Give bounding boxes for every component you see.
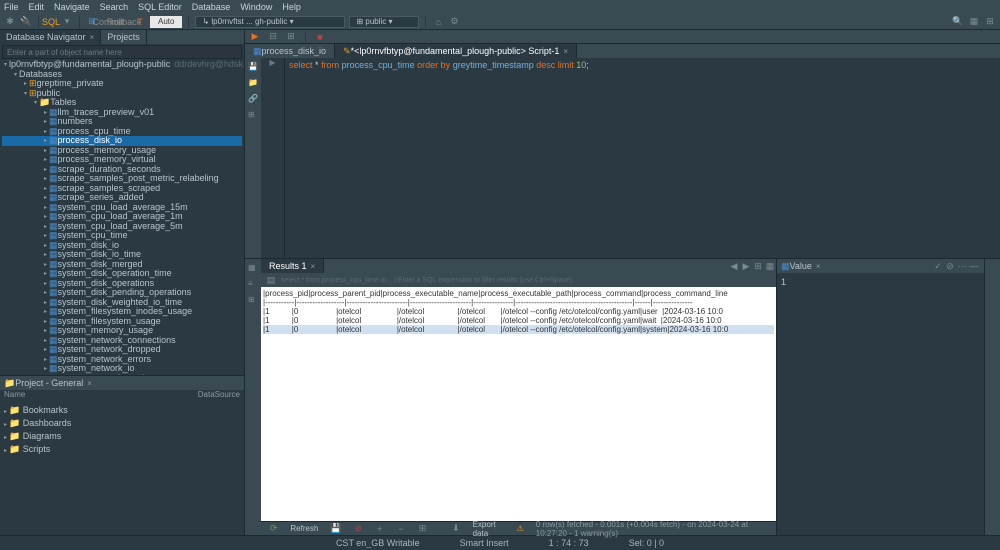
search-icon[interactable]: 🔍 xyxy=(952,16,964,28)
results-footer: ⟳ Refresh 💾 ⊘ + − ⊞ ⬇ Export data ⚠ 0 ro… xyxy=(261,521,776,535)
editor-tabs: ▦ process_disk_io ✎ *<lp0rnvfbtyp@fundam… xyxy=(245,44,1000,58)
prev-icon[interactable]: ◀ xyxy=(728,260,740,272)
editor-toolbar: ▶ ⊟ ⊞ ■ xyxy=(245,30,1000,44)
status-pos: 1 : 74 : 73 xyxy=(549,538,589,548)
gear-icon[interactable]: ⚙ xyxy=(448,16,460,28)
editor-side-icons: 💾 📁 🔗 ⊞ xyxy=(245,58,261,258)
project-tab[interactable]: 📁 Project - General× xyxy=(0,376,244,390)
tree-table[interactable]: ▦ llm_traces_preview_v01 xyxy=(2,108,242,118)
fetch-status: 0 row(s) fetched - 0.001s (+0.004s fetch… xyxy=(536,520,768,538)
schema-dropdown[interactable]: ⊞ public ▾ xyxy=(349,16,419,28)
save-icon[interactable]: 💾 xyxy=(330,523,341,535)
more-icon[interactable]: ▦ xyxy=(764,260,776,272)
close-icon[interactable]: × xyxy=(816,262,821,271)
results-side-icons: ▦ ≡ ⊞ xyxy=(245,259,261,535)
tab-projects[interactable]: Projects xyxy=(101,30,147,44)
grid-row[interactable]: |1 |0 |otelcol |/otelcol |/otelcol |/ote… xyxy=(263,325,774,334)
results-filter-bar: ▤ select * from process_cpu_time or... |… xyxy=(261,273,776,287)
tab-process-disk-io[interactable]: ▦ process_disk_io xyxy=(245,44,335,58)
perspective-icon[interactable]: ▦ xyxy=(968,16,980,28)
tab-results-1[interactable]: Results 1× xyxy=(261,259,324,273)
load-icon[interactable]: 📁 xyxy=(248,78,258,88)
run-line-icon[interactable]: ⊟ xyxy=(267,31,279,43)
auto-button[interactable]: Auto xyxy=(150,16,182,28)
results-grid[interactable]: |process_pid|process_parent_pid|process_… xyxy=(261,287,776,521)
tab-db-navigator[interactable]: Database Navigator× xyxy=(0,30,101,44)
status-sel: Sel: 0 | 0 xyxy=(629,538,664,548)
proj-bookmarks[interactable]: 📁 Bookmarks xyxy=(2,404,242,417)
connection-dropdown[interactable]: ↳ lp0rnvftst ... gh-public ▾ xyxy=(195,16,345,28)
menu-file[interactable]: File xyxy=(4,2,19,12)
db-tree: lp0rnvfbtyp@fundamental_plough-public dd… xyxy=(0,60,244,375)
next-icon[interactable]: ▶ xyxy=(740,260,752,272)
save-icon[interactable]: 💾 xyxy=(248,62,258,72)
home-icon[interactable]: ⌂ xyxy=(432,16,444,28)
main-toolbar: ✱ 🔌 SQL ▾ ⊞ Commit Rollback T Auto ↳ lp0… xyxy=(0,14,1000,30)
menu-sqleditor[interactable]: SQL Editor xyxy=(138,2,182,12)
value-tab[interactable]: ▦ Value× ✓ ⊘ ⋯ — xyxy=(777,259,984,273)
status-enc: CST en_GB Writable xyxy=(336,538,420,548)
project-col-name: Name xyxy=(4,390,198,402)
plug-icon[interactable]: 🔌 xyxy=(20,16,32,28)
link-icon[interactable]: 🔗 xyxy=(248,94,258,104)
line-gutter: ▶ xyxy=(261,58,285,258)
tx-icon[interactable]: T xyxy=(134,16,146,28)
record-icon[interactable]: ⊞ xyxy=(248,295,258,305)
panels-icon[interactable]: ⊞ xyxy=(752,260,764,272)
close-icon[interactable]: × xyxy=(87,379,92,388)
status-insert: Smart Insert xyxy=(460,538,509,548)
apply-icon[interactable]: ✓ xyxy=(932,260,944,272)
revert-icon[interactable]: ⊘ xyxy=(944,260,956,272)
close-icon[interactable]: × xyxy=(563,47,568,56)
export-icon[interactable]: ⬇ xyxy=(451,523,460,535)
navigator-search[interactable]: Enter a part of object name here xyxy=(2,45,242,59)
status-bar: CST en_GB Writable Smart Insert 1 : 74 :… xyxy=(0,535,1000,550)
del-icon[interactable]: − xyxy=(396,523,405,535)
right-gutter xyxy=(984,259,1000,535)
new-icon[interactable]: ✱ xyxy=(4,16,16,28)
menu-database[interactable]: Database xyxy=(192,2,231,12)
sql-editor[interactable]: select * from process_cpu_time order by … xyxy=(285,58,1000,258)
cancel-icon[interactable]: ⊘ xyxy=(354,523,363,535)
navigator-tabs: Database Navigator× Projects xyxy=(0,30,244,44)
tree-table[interactable]: ▦ system_cpu_time xyxy=(2,231,242,241)
menu-edit[interactable]: Edit xyxy=(29,2,45,12)
chevron-down-icon[interactable]: ▾ xyxy=(61,16,73,28)
sql-icon[interactable]: SQL xyxy=(45,16,57,28)
filter-icon[interactable]: ▤ xyxy=(265,274,277,286)
value-body[interactable]: 1 xyxy=(777,273,984,535)
dup-icon[interactable]: ⊞ xyxy=(418,523,427,535)
tree-table[interactable]: ▦ process_cpu_time xyxy=(2,127,242,137)
grid-row[interactable]: |1 |0 |otelcol |/otelcol |/otelcol |/ote… xyxy=(263,307,774,316)
close-icon[interactable]: × xyxy=(311,262,316,271)
stop-icon[interactable]: ■ xyxy=(314,31,326,43)
explain-icon[interactable]: ⊞ xyxy=(285,31,297,43)
menu-help[interactable]: Help xyxy=(282,2,301,12)
tab-script-1[interactable]: ✎ *<lp0rnvfbtyp@fundamental_plough-publi… xyxy=(335,44,577,58)
menu-navigate[interactable]: Navigate xyxy=(54,2,90,12)
project-col-ds: DataSource xyxy=(198,390,240,402)
run-icon[interactable]: ▶ xyxy=(249,31,261,43)
proj-diagrams[interactable]: 📁 Diagrams xyxy=(2,430,242,443)
text-icon[interactable]: ≡ xyxy=(248,279,258,289)
var-icon[interactable]: ⊞ xyxy=(248,110,258,120)
open-perspective-icon[interactable]: ⊞ xyxy=(984,16,996,28)
menu-window[interactable]: Window xyxy=(240,2,272,12)
menu-search[interactable]: Search xyxy=(100,2,129,12)
menubar: File Edit Navigate Search SQL Editor Dat… xyxy=(0,0,1000,14)
grid-separator: |-----------|------------------|--------… xyxy=(263,298,774,307)
grid-row[interactable]: |1 |0 |otelcol |/otelcol |/otelcol |/ote… xyxy=(263,316,774,325)
results-tabs: Results 1× ◀ ▶ ⊞ ▦ xyxy=(261,259,776,273)
grid-header: |process_pid|process_parent_pid|process_… xyxy=(263,289,774,298)
grid-icon[interactable]: ▦ xyxy=(248,263,258,273)
proj-dashboards[interactable]: 📁 Dashboards xyxy=(2,417,242,430)
rollback-icon[interactable]: Rollback xyxy=(118,16,130,28)
more-icon[interactable]: ⋯ xyxy=(956,260,968,272)
close-icon[interactable]: × xyxy=(90,33,95,42)
proj-scripts[interactable]: 📁 Scripts xyxy=(2,443,242,456)
min-icon[interactable]: — xyxy=(968,260,980,272)
line-1: ▶ xyxy=(261,58,284,70)
refresh-icon[interactable]: ⟳ xyxy=(269,523,278,535)
add-icon[interactable]: + xyxy=(375,523,384,535)
